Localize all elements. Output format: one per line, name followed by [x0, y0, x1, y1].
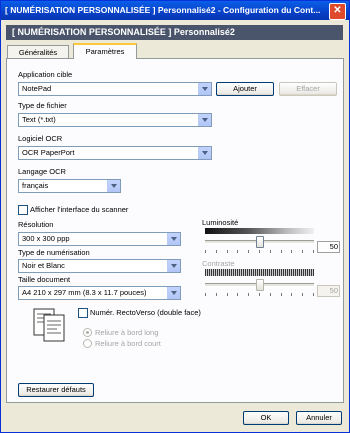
show-scanner-ui-checkbox[interactable] — [18, 205, 28, 215]
scan-type-label: Type de numérisation — [18, 248, 90, 257]
slider-tick — [313, 250, 314, 253]
header-banner: [ NUMÉRISATION PERSONNALISÉE ] Personnal… — [6, 25, 343, 40]
target-app-label: Application cible — [18, 70, 73, 79]
ocr-software-select[interactable]: OCR PaperPort — [18, 146, 212, 160]
ok-button[interactable]: OK — [243, 411, 289, 425]
delete-button[interactable]: Effacer — [279, 82, 337, 96]
slider-tick — [281, 293, 282, 296]
brightness-label: Luminosité — [202, 218, 239, 227]
ocr-software-label: Logiciel OCR — [18, 134, 63, 143]
title-bar[interactable]: [ NUMÉRISATION PERSONNALISÉE ] Personnal… — [1, 1, 349, 20]
contrast-slider-thumb[interactable] — [255, 279, 264, 291]
tab-generalites[interactable]: Généralités — [7, 45, 69, 59]
resolution-label: Résolution — [18, 220, 54, 229]
show-scanner-ui-label: Afficher l'interface du scanner — [30, 205, 129, 214]
file-type-label: Type de fichier — [18, 101, 67, 110]
ocr-software-value: OCR PaperPort — [22, 148, 75, 157]
window-title: [ NUMÉRISATION PERSONNALISÉE ] Personnal… — [5, 5, 321, 15]
slider-tick — [281, 250, 282, 253]
brightness-value[interactable]: 50 — [317, 241, 340, 253]
slider-tick — [291, 293, 292, 296]
document-size-label: Taille document — [18, 275, 71, 284]
slider-tick — [313, 293, 314, 296]
settings-panel: Application cible NotePad Ajouter Efface… — [6, 58, 344, 403]
ocr-language-value: français — [22, 181, 49, 190]
tab-parametres[interactable]: Paramètres — [73, 43, 137, 59]
slider-tick — [216, 293, 217, 296]
scan-type-value: Noir et Blanc — [22, 261, 65, 270]
slider-tick — [291, 250, 292, 253]
slider-tick — [302, 250, 303, 253]
banner-title: [ NUMÉRISATION PERSONNALISÉE ] Personnal… — [12, 27, 235, 37]
chevron-down-icon[interactable] — [198, 83, 211, 95]
chevron-down-icon[interactable] — [167, 287, 180, 299]
document-size-value: A4 210 x 297 mm (8.3 x 11.7 pouces) — [22, 288, 147, 297]
file-type-value: Text (*.txt) — [22, 115, 56, 124]
add-button[interactable]: Ajouter — [216, 82, 274, 96]
resolution-select[interactable]: 300 x 300 ppp — [18, 232, 181, 246]
slider-tick — [227, 293, 228, 296]
slider-tick — [248, 293, 249, 296]
contrast-label: Contraste — [202, 259, 235, 268]
close-icon[interactable]: ✕ — [329, 3, 346, 20]
slider-tick — [259, 293, 260, 296]
slider-tick — [216, 250, 217, 253]
resolution-value: 300 x 300 ppp — [22, 234, 70, 243]
scan-type-select[interactable]: Noir et Blanc — [18, 259, 181, 273]
slider-tick — [205, 250, 206, 253]
brightness-slider-thumb[interactable] — [255, 236, 264, 248]
dialog-window: [ NUMÉRISATION PERSONNALISÉE ] Personnal… — [0, 0, 350, 433]
slider-tick — [237, 250, 238, 253]
chevron-down-icon[interactable] — [198, 147, 211, 159]
slider-tick — [227, 250, 228, 253]
slider-tick — [270, 293, 271, 296]
brightness-ticks — [205, 250, 314, 253]
ocr-language-label: Langage OCR — [18, 167, 66, 176]
duplex-label: Numér. RectoVerso (double face) — [90, 308, 201, 317]
slider-tick — [205, 293, 206, 296]
contrast-ticks — [205, 293, 314, 296]
target-app-select[interactable]: NotePad — [18, 82, 212, 96]
ocr-language-select[interactable]: français — [18, 179, 121, 193]
slider-tick — [248, 250, 249, 253]
slider-tick — [270, 250, 271, 253]
long-edge-label: Reliure à bord long — [95, 328, 159, 337]
long-edge-radio[interactable] — [83, 328, 92, 337]
slider-tick — [302, 293, 303, 296]
target-app-value: NotePad — [22, 84, 52, 93]
slider-tick — [259, 250, 260, 253]
cancel-button[interactable]: Annuler — [296, 411, 342, 425]
chevron-down-icon[interactable] — [198, 114, 211, 126]
chevron-down-icon[interactable] — [167, 260, 180, 272]
short-edge-radio[interactable] — [83, 339, 92, 348]
chevron-down-icon[interactable] — [167, 233, 180, 245]
document-size-select[interactable]: A4 210 x 297 mm (8.3 x 11.7 pouces) — [18, 286, 181, 300]
chevron-down-icon[interactable] — [107, 180, 120, 192]
brightness-gradient — [205, 228, 314, 234]
duplex-document-icon — [33, 308, 65, 342]
restore-defaults-button[interactable]: Restaurer défauts — [18, 383, 94, 397]
duplex-checkbox[interactable] — [78, 308, 88, 318]
short-edge-label: Reliure à bord court — [95, 339, 161, 348]
contrast-value[interactable]: 50 — [317, 285, 340, 297]
contrast-pattern — [205, 269, 314, 276]
slider-tick — [237, 293, 238, 296]
file-type-select[interactable]: Text (*.txt) — [18, 113, 212, 127]
